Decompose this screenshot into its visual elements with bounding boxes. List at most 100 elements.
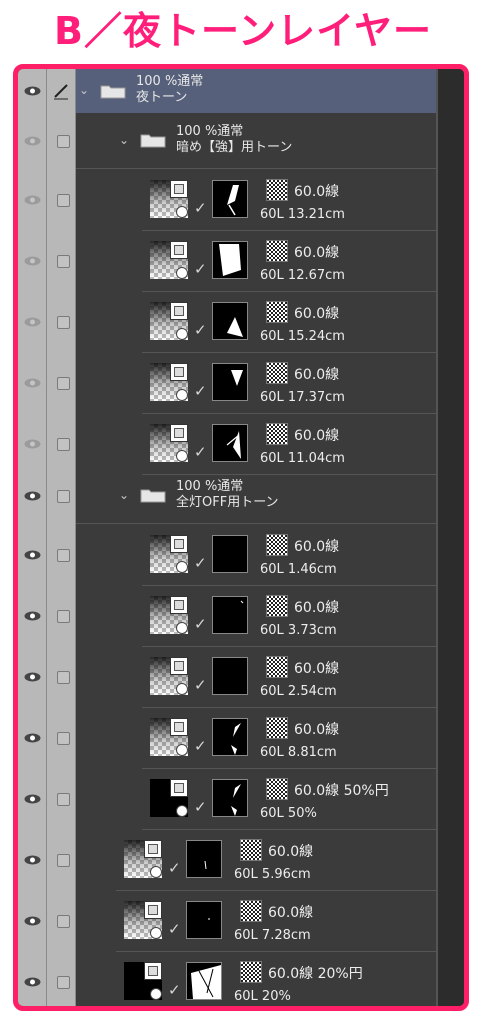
layer-thumbnail: [150, 596, 188, 634]
eye-icon[interactable]: [24, 378, 41, 388]
check-icon: ✓: [194, 199, 207, 217]
layer-thumbnail: [150, 363, 188, 401]
tone-badge-icon: [170, 241, 188, 259]
tone-pattern-icon: [240, 961, 262, 983]
folder-row-all-lights-off[interactable]: ⌄ 100 %通常 全灯OFF用トーン: [18, 474, 438, 524]
layer-mask-thumbnail: [212, 180, 248, 218]
layer-mask-thumbnail: [212, 424, 248, 462]
eye-icon[interactable]: [24, 195, 41, 205]
checkbox-icon[interactable]: [57, 549, 70, 562]
layer-row[interactable]: ✓ 60.0線 60L 12.67cm: [18, 230, 438, 292]
checkbox-icon[interactable]: [57, 976, 70, 989]
check-icon: ✓: [194, 798, 207, 816]
eye-icon[interactable]: [24, 977, 41, 987]
layer-row[interactable]: ✓ 60.0線 60L 8.81cm: [18, 707, 438, 769]
checkbox-icon[interactable]: [57, 135, 70, 148]
tone-badge-icon: [170, 424, 188, 442]
checkbox-icon[interactable]: [57, 490, 70, 503]
checkbox-icon[interactable]: [57, 438, 70, 451]
layer-name: 60L 13.21cm: [260, 207, 345, 222]
layer-tone-label: 60.0線: [294, 600, 340, 616]
layer-row[interactable]: ✓ 60.0線 20%円 60L 20%: [18, 951, 438, 1006]
layer-tone-label: 60.0線: [294, 367, 340, 383]
tone-badge-icon: [170, 180, 188, 198]
layer-row[interactable]: ✓ 60.0線 60L 13.21cm: [18, 169, 438, 231]
folder-name: 全灯OFF用トーン: [176, 495, 279, 510]
eye-icon[interactable]: [24, 794, 41, 804]
checkbox-icon[interactable]: [57, 854, 70, 867]
tone-badge-icon: [144, 901, 162, 919]
folder-icon: [140, 487, 166, 503]
tone-badge-icon: [170, 779, 188, 797]
tone-badge-icon: [144, 840, 162, 858]
chevron-down-icon[interactable]: ⌄: [119, 133, 129, 147]
eye-icon[interactable]: [24, 855, 41, 865]
chevron-down-icon[interactable]: ⌄: [119, 488, 129, 502]
eye-icon[interactable]: [24, 256, 41, 266]
layer-row[interactable]: ✓ 60.0線 50%円 60L 50%: [18, 768, 438, 830]
checkbox-icon[interactable]: [57, 255, 70, 268]
layer-tone-label: 60.0線: [294, 184, 340, 200]
layer-row[interactable]: ✓ 60.0線 60L 5.96cm: [18, 829, 438, 891]
layer-row[interactable]: ✓ 60.0線 60L 11.04cm: [18, 413, 438, 475]
check-icon: ✓: [194, 737, 207, 755]
layer-name: 60L 5.96cm: [234, 867, 311, 882]
layer-name: 60L 7.28cm: [234, 928, 311, 943]
eye-icon[interactable]: [24, 672, 41, 682]
eye-icon[interactable]: [24, 439, 41, 449]
layer-row[interactable]: ✓ 60.0線 60L 2.54cm: [18, 646, 438, 708]
layer-row[interactable]: ✓ 60.0線 60L 15.24cm: [18, 291, 438, 353]
eye-icon[interactable]: [24, 317, 41, 327]
checkbox-icon[interactable]: [57, 316, 70, 329]
layer-thumbnail: [150, 180, 188, 218]
layer-row[interactable]: ✓ 60.0線 60L 17.37cm: [18, 352, 438, 414]
layer-thumbnail: [150, 302, 188, 340]
scrollbar[interactable]: [438, 69, 464, 1006]
layer-tone-label: 60.0線: [294, 722, 340, 738]
eye-icon[interactable]: [24, 86, 41, 96]
layer-thumbnail: [150, 241, 188, 279]
layer-row[interactable]: ✓ 60.0線 60L 7.28cm: [18, 890, 438, 952]
layer-tone-label: 60.0線 20%円: [268, 966, 363, 982]
checkbox-icon[interactable]: [57, 610, 70, 623]
eye-icon[interactable]: [24, 491, 41, 501]
checkbox-icon[interactable]: [57, 915, 70, 928]
tone-badge-icon: [170, 718, 188, 736]
pen-icon: [52, 82, 70, 100]
folder-icon: [100, 83, 126, 99]
layer-thumbnail: [150, 535, 188, 573]
layer-name: 60L 12.67cm: [260, 268, 345, 283]
eye-icon[interactable]: [24, 136, 41, 146]
layer-row[interactable]: ✓ 60.0線 60L 1.46cm: [18, 524, 438, 586]
layer-name: 60L 2.54cm: [260, 684, 337, 699]
folder-blend: 100 %通常: [176, 479, 244, 494]
tone-badge-icon: [170, 657, 188, 675]
layer-thumbnail: [124, 962, 162, 1000]
checkbox-icon[interactable]: [57, 377, 70, 390]
tone-pattern-icon: [266, 656, 288, 678]
tone-pattern-icon: [266, 778, 288, 800]
checkbox-icon[interactable]: [57, 732, 70, 745]
eye-icon[interactable]: [24, 611, 41, 621]
layer-mask-thumbnail: [212, 596, 248, 634]
folder-row-night-tone[interactable]: ⌄ 100 %通常 夜トーン: [18, 69, 438, 113]
layer-panel: ⌄ 100 %通常 夜トーン ⌄ 100 %通常 暗め【強】用トーン ⌄ 100…: [13, 64, 469, 1011]
layer-row[interactable]: ✓ 60.0線 60L 3.73cm: [18, 585, 438, 647]
check-icon: ✓: [168, 859, 181, 877]
folder-icon: [140, 132, 166, 148]
layer-thumbnail: [150, 424, 188, 462]
layer-name: 60L 20%: [234, 989, 291, 1004]
eye-icon[interactable]: [24, 550, 41, 560]
checkbox-icon[interactable]: [57, 194, 70, 207]
eye-icon[interactable]: [24, 733, 41, 743]
checkbox-icon[interactable]: [57, 671, 70, 684]
eye-icon[interactable]: [24, 916, 41, 926]
check-icon: ✓: [168, 920, 181, 938]
checkbox-icon[interactable]: [57, 793, 70, 806]
chevron-down-icon[interactable]: ⌄: [79, 83, 89, 97]
tone-pattern-icon: [266, 240, 288, 262]
tone-pattern-icon: [266, 717, 288, 739]
folder-row-dark-strong[interactable]: ⌄ 100 %通常 暗め【強】用トーン: [18, 113, 438, 169]
layer-thumbnail: [150, 718, 188, 756]
layer-name: 60L 1.46cm: [260, 562, 337, 577]
